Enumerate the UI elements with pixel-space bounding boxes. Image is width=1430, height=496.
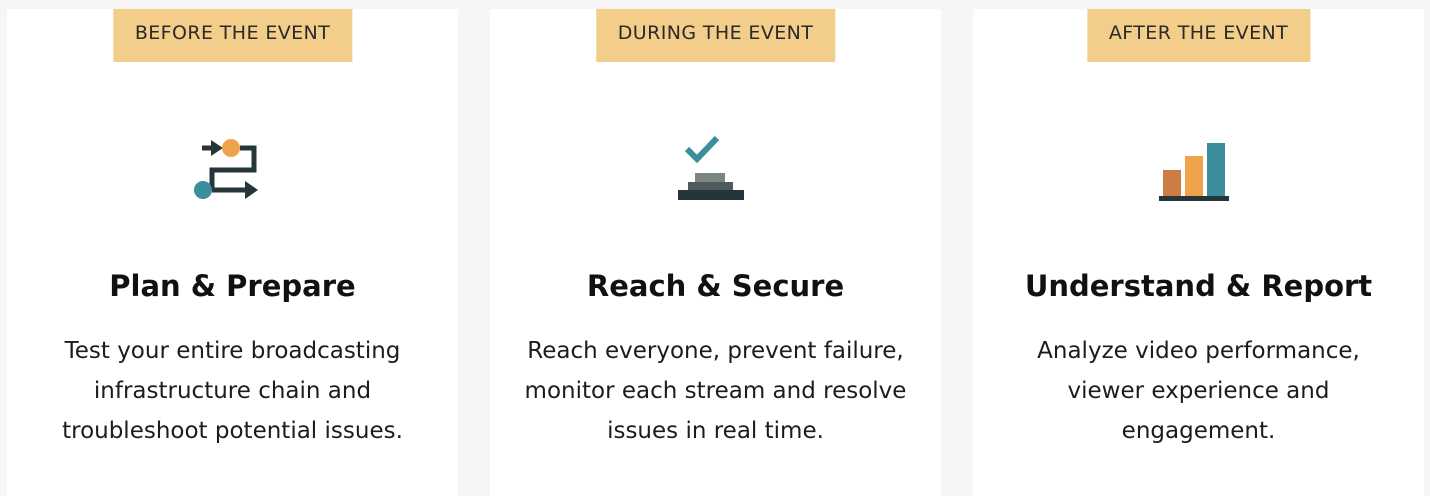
card-description: Test your entire broadcasting infrastruc… [62, 338, 403, 444]
event-phases-section: BEFORE THE EVENT Plan & Prepare Test you… [0, 9, 1430, 496]
card-during-event: DURING THE EVENT Reach & Secure Reach ev… [490, 9, 941, 496]
card-after-event: AFTER THE EVENT Understand & Report Anal… [973, 9, 1424, 496]
card-title: Understand & Report [1024, 269, 1373, 303]
card-title: Reach & Secure [586, 269, 845, 303]
phase-badge: BEFORE THE EVENT [112, 9, 353, 62]
card-description: Reach everyone, prevent failure, monitor… [524, 338, 907, 444]
card-title: Plan & Prepare [109, 269, 356, 303]
checkmark-stack-icon [676, 132, 756, 212]
bar-chart-icon [1158, 132, 1239, 212]
workflow-arrows-icon [193, 132, 273, 212]
phase-badge: AFTER THE EVENT [1086, 9, 1311, 62]
card-before-event: BEFORE THE EVENT Plan & Prepare Test you… [7, 9, 458, 496]
phase-badge: DURING THE EVENT [595, 9, 836, 62]
card-description: Analyze video performance, viewer experi… [1037, 338, 1360, 444]
